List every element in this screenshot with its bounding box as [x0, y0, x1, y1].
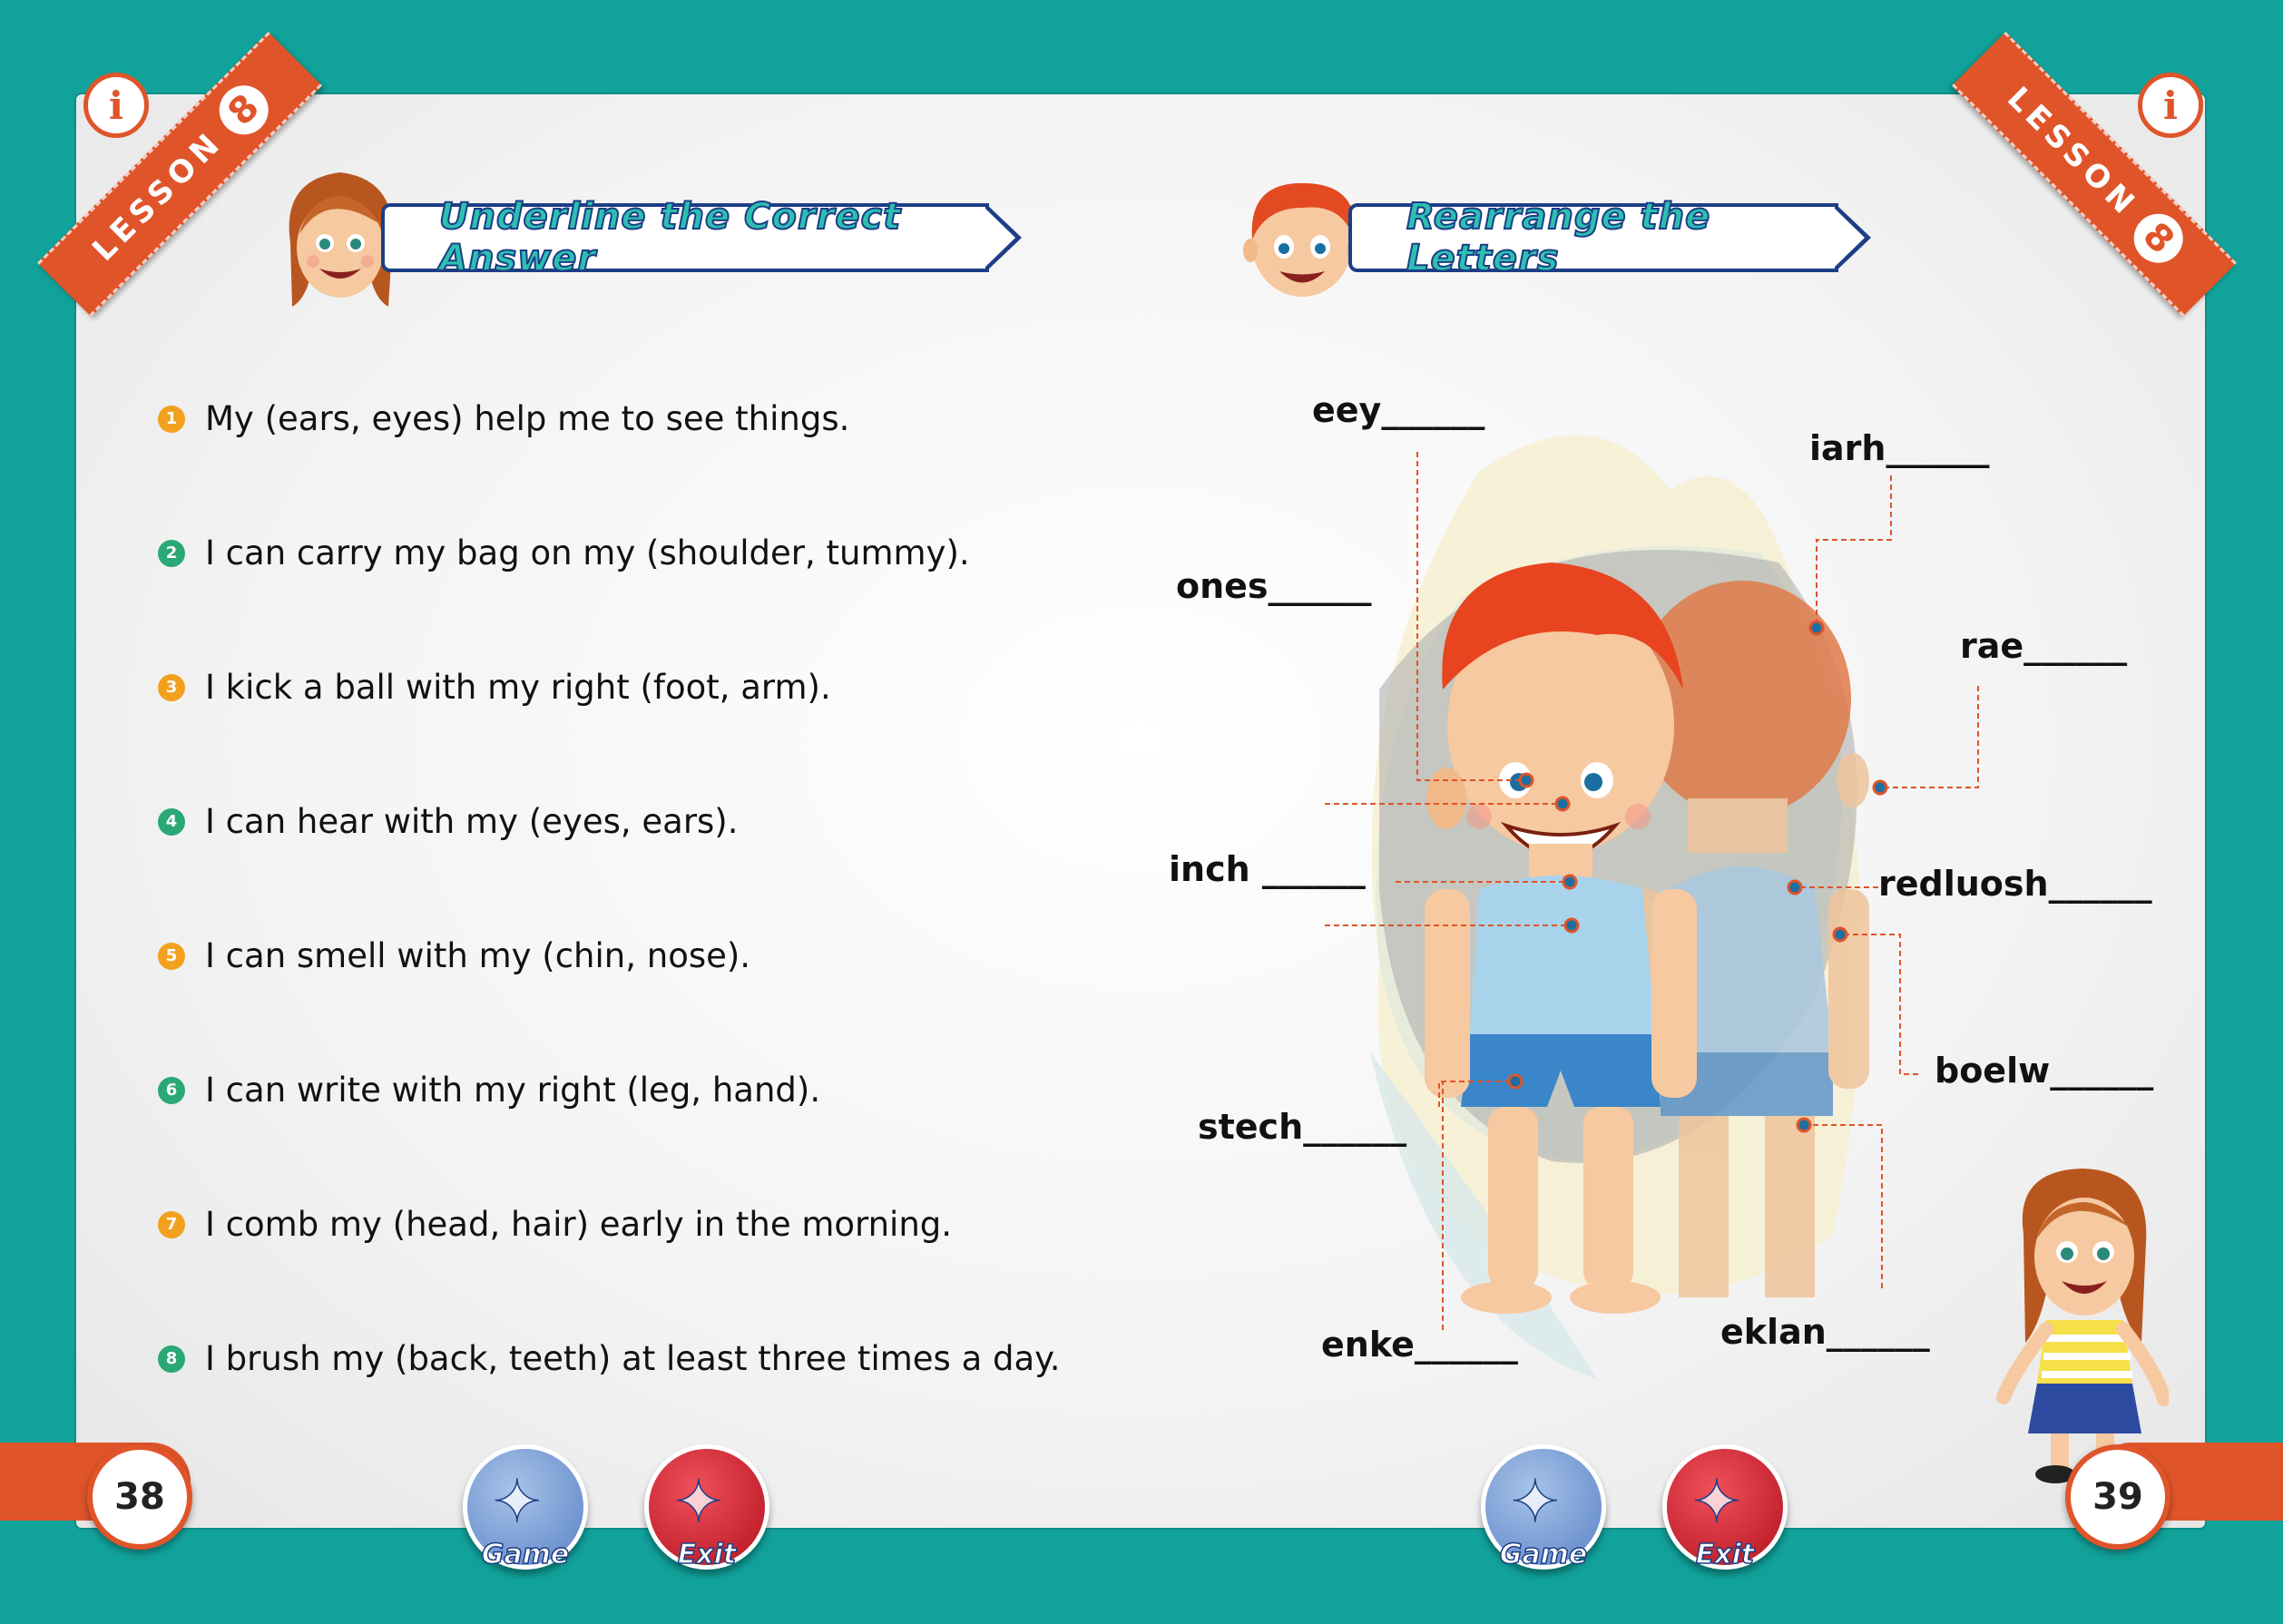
title-banner-right: Rearrange the Letters	[1348, 195, 1871, 280]
lesson-number: 8	[2123, 203, 2193, 273]
question-text[interactable]: I can write with my right (leg, hand).	[205, 1071, 820, 1110]
body-parts-illustration	[1325, 435, 1979, 1379]
scramble-label-chest[interactable]: stech______	[1198, 1107, 1406, 1147]
question-item-6: 6 I can write with my right (leg, hand).	[158, 1071, 820, 1110]
game-button-label: Game	[481, 1538, 570, 1571]
scramble-label-chin[interactable]: inch ______	[1169, 849, 1366, 889]
puzzle-icon: ✦	[1510, 1468, 1560, 1537]
title-banner-left: Underline the Correct Answer	[381, 195, 1022, 280]
question-number-badge: 4	[158, 807, 185, 836]
question-item-5: 5 I can smell with my (chin, nose).	[158, 936, 750, 975]
puzzle-icon: ✦	[673, 1468, 723, 1537]
girl-character-illustration	[1996, 1169, 2169, 1483]
puzzle-icon: ✦	[492, 1468, 542, 1537]
question-item-1: 1 My (ears, eyes) help me to see things.	[158, 399, 849, 438]
scramble-label-ear[interactable]: rae______	[1960, 626, 2127, 666]
question-number-badge: 7	[158, 1210, 185, 1238]
question-text[interactable]: My (ears, eyes) help me to see things.	[205, 399, 849, 438]
question-item-3: 3 I kick a ball with my right (foot, arm)…	[158, 668, 831, 707]
lesson-number: 8	[209, 75, 279, 145]
question-item-7: 7 I comb my (head, hair) early in the mor…	[158, 1205, 952, 1244]
exit-button-label: Exit	[677, 1538, 737, 1571]
scramble-label-hair[interactable]: iarh______	[1809, 428, 1989, 468]
game-button-left[interactable]: ✦ Game	[463, 1444, 588, 1571]
exit-button-right[interactable]: ✦ Exit	[1662, 1444, 1788, 1571]
question-text[interactable]: I kick a ball with my right (foot, arm).	[205, 668, 831, 707]
puzzle-icon: ✦	[1691, 1468, 1741, 1537]
question-number-badge: 5	[158, 942, 185, 970]
lightbulb-i-icon[interactable]: i	[83, 73, 149, 138]
question-number-badge: 3	[158, 673, 185, 701]
question-item-4: 4 I can hear with my (eyes, ears).	[158, 802, 739, 841]
question-item-2: 2 I can carry my bag on my (shoulder, tum…	[158, 533, 970, 572]
scramble-label-nose[interactable]: ones______	[1176, 566, 1372, 606]
section-title-left: Underline the Correct Answer	[438, 195, 902, 280]
question-text[interactable]: I can smell with my (chin, nose).	[205, 936, 750, 975]
scramble-label-shoulder[interactable]: redluosh______	[1878, 864, 2152, 904]
question-number-badge: 8	[158, 1345, 185, 1373]
lightbulb-i-icon[interactable]: i	[2138, 73, 2203, 138]
exit-button-left[interactable]: ✦ Exit	[644, 1444, 769, 1571]
exit-button-label: Exit	[1695, 1538, 1755, 1571]
page-number-left: 38	[87, 1444, 192, 1550]
question-text[interactable]: I can carry my bag on my (shoulder, tumm…	[205, 533, 970, 572]
scramble-label-ankle[interactable]: eklan______	[1720, 1312, 1930, 1352]
question-number-badge: 6	[158, 1076, 185, 1104]
section-title-right: Rearrange the Letters	[1406, 195, 1711, 280]
question-text[interactable]: I brush my (back, teeth) at least three …	[205, 1339, 1061, 1378]
question-number-badge: 2	[158, 539, 185, 567]
scramble-label-elbow[interactable]: boelw______	[1935, 1051, 2153, 1091]
question-number-badge: 1	[158, 405, 185, 433]
question-item-8: 8 I brush my (back, teeth) at least three…	[158, 1339, 1061, 1378]
question-text[interactable]: I can hear with my (eyes, ears).	[205, 802, 739, 841]
scramble-label-knee[interactable]: enke______	[1321, 1325, 1518, 1365]
game-button-label: Game	[1499, 1538, 1588, 1571]
game-button-right[interactable]: ✦ Game	[1481, 1444, 1606, 1571]
scramble-label-eye[interactable]: eey______	[1312, 390, 1484, 430]
question-text[interactable]: I comb my (head, hair) early in the morn…	[205, 1205, 952, 1244]
page-number-right: 39	[2065, 1444, 2170, 1550]
